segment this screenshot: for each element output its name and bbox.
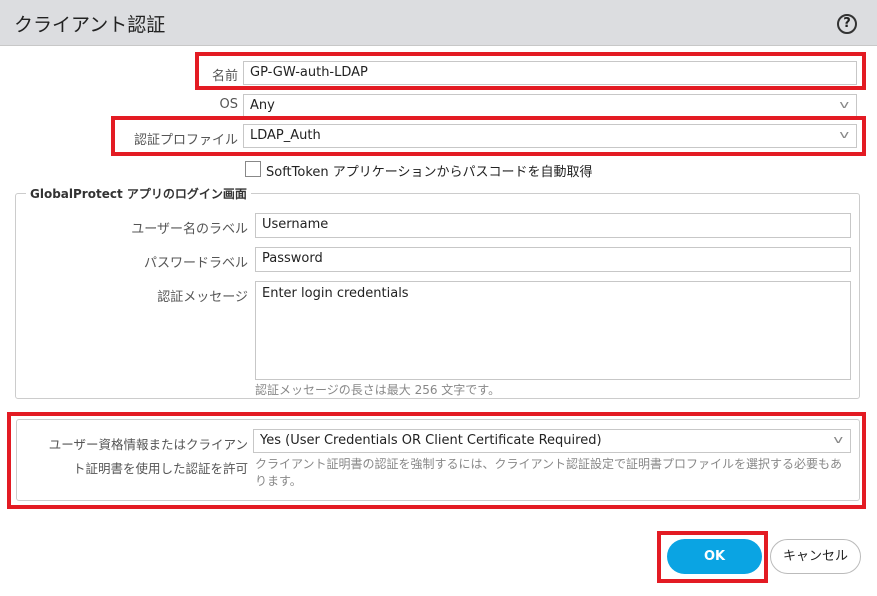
cert-label: ユーザー資格情報またはクライアント証明書を使用した認証を許可 <box>20 433 248 481</box>
profile-select[interactable]: LDAP_Auth v <box>243 124 857 148</box>
cert-hint: クライアント証明書の認証を強制するには、クライアント認証設定で証明書プロファイル… <box>255 457 843 488</box>
softtoken-label: SoftToken アプリケーションからパスコードを自動取得 <box>266 165 593 180</box>
os-value: Any <box>250 98 275 113</box>
cert-label-line2: ト証明書を使用した認証を許可 <box>72 461 248 476</box>
dialog-title: クライアント認証 <box>14 14 166 36</box>
password-label: パスワードラベル <box>143 256 248 271</box>
cert-value: Yes (User Credentials OR Client Certific… <box>260 433 602 448</box>
cert-label-line1: ユーザー資格情報またはクライアン <box>48 437 248 452</box>
username-input[interactable]: Username <box>255 213 851 238</box>
chevron-down-icon: v <box>833 433 844 446</box>
os-select[interactable]: Any v <box>243 94 857 117</box>
password-label-input[interactable]: Password <box>255 247 851 272</box>
dialog-titlebar: クライアント認証 ? <box>0 0 877 46</box>
cert-select[interactable]: Yes (User Credentials OR Client Certific… <box>253 429 851 453</box>
message-label: 認証メッセージ <box>157 290 248 305</box>
username-label: ユーザー名のラベル <box>131 222 248 237</box>
profile-label: 認証プロファイル <box>133 133 238 148</box>
cancel-button[interactable]: キャンセル <box>770 539 861 574</box>
help-icon[interactable]: ? <box>837 14 857 34</box>
message-textarea[interactable]: Enter login credentials <box>255 281 851 380</box>
login-screen-legend: GlobalProtect アプリのログイン画面 <box>26 185 251 202</box>
chevron-down-icon: v <box>839 128 850 141</box>
os-label: OS <box>219 97 238 112</box>
chevron-down-icon: v <box>839 98 850 111</box>
softtoken-checkbox[interactable] <box>245 161 261 177</box>
ok-button[interactable]: OK <box>667 539 762 574</box>
message-hint: 認証メッセージの長さは最大 256 文字です。 <box>255 383 501 397</box>
name-label: 名前 <box>211 69 238 84</box>
name-input[interactable]: GP-GW-auth-LDAP <box>243 61 857 85</box>
profile-value: LDAP_Auth <box>250 128 321 143</box>
